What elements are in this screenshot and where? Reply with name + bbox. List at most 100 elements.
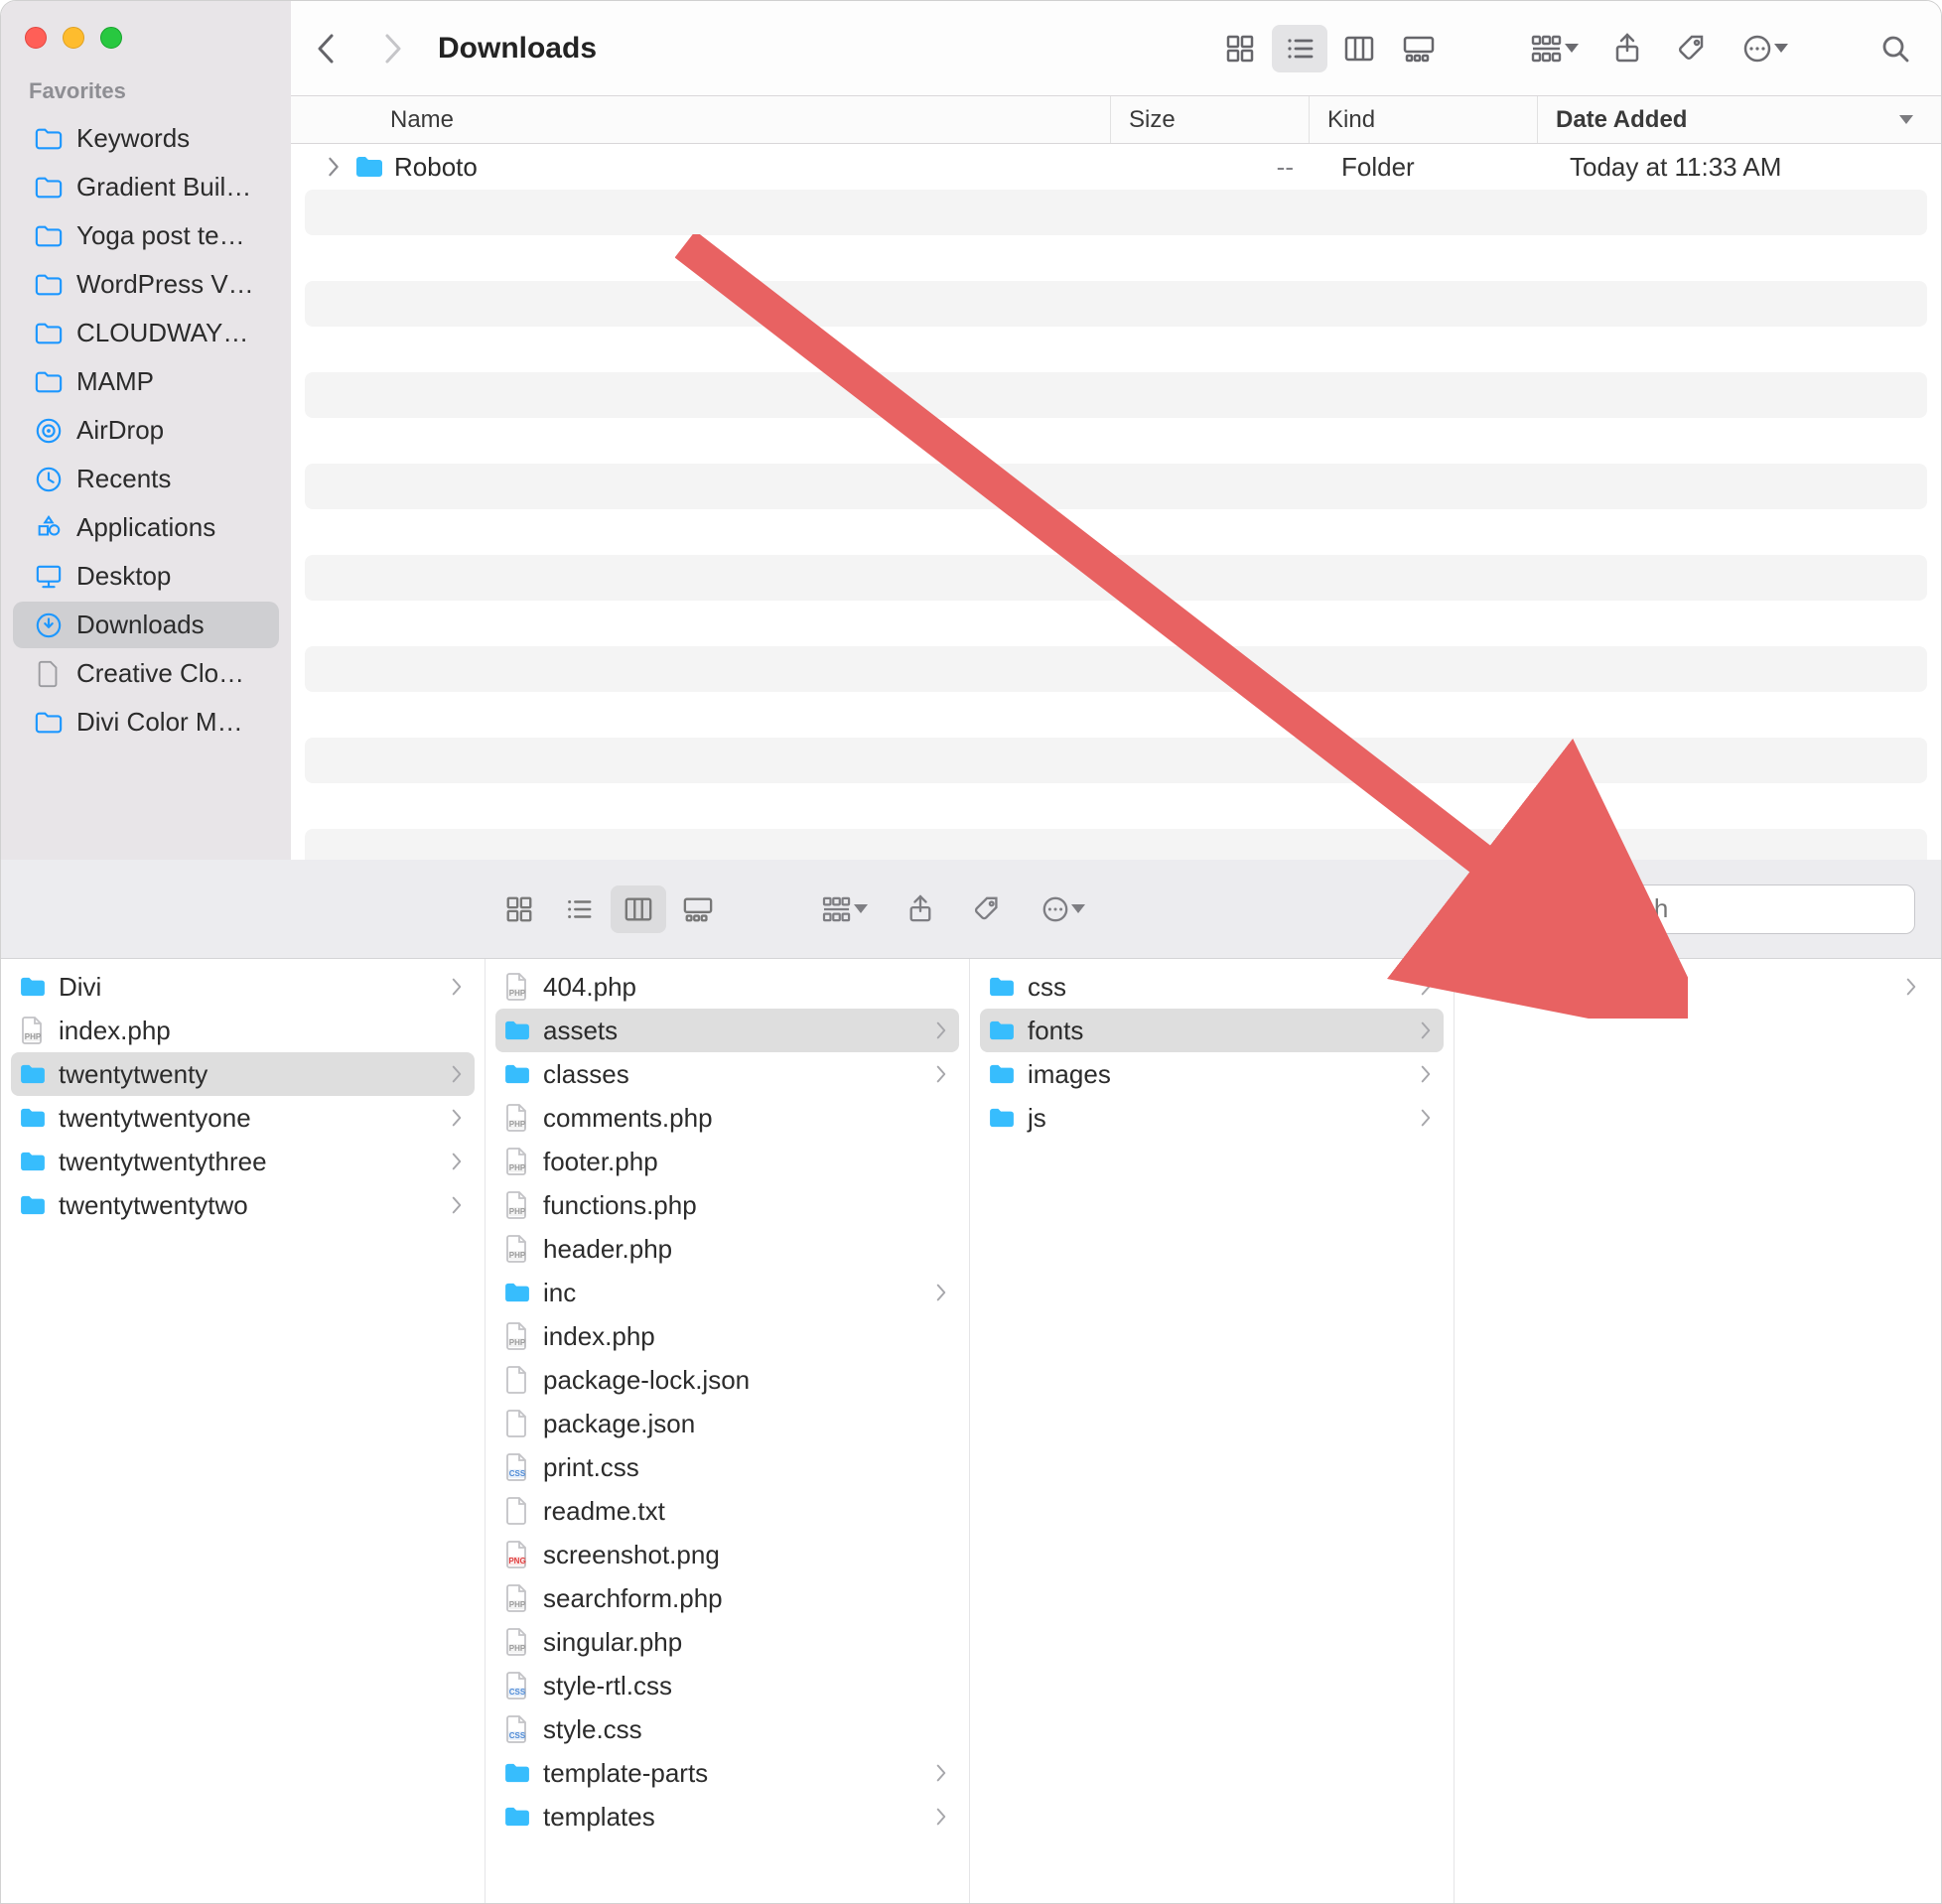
item-name: classes	[543, 1059, 629, 1090]
column-2: css fonts imagesjs	[970, 959, 1455, 1903]
folder-icon	[503, 1762, 531, 1784]
sidebar-item-label: Recents	[76, 464, 171, 494]
header-date-added-label: Date Added	[1556, 106, 1687, 134]
column-item[interactable]: PHPsearchform.php	[495, 1576, 959, 1620]
column-item[interactable]: template-parts	[495, 1751, 959, 1795]
sidebar-item-recents[interactable]: Recents	[13, 456, 279, 502]
column-item[interactable]: package.json	[495, 1402, 959, 1445]
column-item[interactable]: templates	[495, 1795, 959, 1838]
sidebar: Favorites KeywordsGradient Buil…Yoga pos…	[1, 1, 291, 860]
sidebar-item-applications[interactable]: Applications	[13, 504, 279, 551]
sidebar-item-wordpress-v[interactable]: WordPress V…	[13, 261, 279, 308]
sidebar-item-cloudway[interactable]: CLOUDWAY…	[13, 310, 279, 356]
column-item[interactable]: PHPheader.php	[495, 1227, 959, 1271]
file-row[interactable]: Roboto--FolderToday at 11:33 AM	[305, 144, 1927, 190]
chevron-down-icon	[1565, 44, 1579, 53]
view-icons-button[interactable]	[491, 885, 547, 933]
header-date-added[interactable]: Date Added	[1538, 96, 1941, 143]
column-item[interactable]: classes	[495, 1052, 959, 1096]
sidebar-item-gradient-buil[interactable]: Gradient Buil…	[13, 164, 279, 210]
column-item[interactable]: PNGscreenshot.png	[495, 1533, 959, 1576]
chevron-right-icon	[451, 978, 463, 996]
column-item[interactable]: CSSstyle.css	[495, 1707, 959, 1751]
sidebar-item-creative-clo[interactable]: Creative Clo…	[13, 650, 279, 697]
search-field[interactable]	[1558, 884, 1915, 934]
column-item[interactable]: PHPfooter.php	[495, 1140, 959, 1183]
tags-button[interactable]	[964, 885, 1012, 933]
sidebar-item-mamp[interactable]: MAMP	[13, 358, 279, 405]
sidebar-item-divi-color-m[interactable]: Divi Color M…	[13, 699, 279, 746]
sidebar-item-keywords[interactable]: Keywords	[13, 115, 279, 162]
chevron-down-icon	[1774, 44, 1788, 53]
column-item[interactable]: readme.txt	[495, 1489, 959, 1533]
column-item[interactable]: PHP 404.php	[495, 965, 959, 1009]
view-icons-button[interactable]	[1212, 25, 1268, 72]
folder-icon	[503, 1063, 531, 1085]
chevron-right-icon	[451, 1065, 463, 1083]
file-date-added: Today at 11:33 AM	[1552, 152, 1927, 183]
actions-button[interactable]	[1032, 885, 1095, 933]
file-icon	[505, 1365, 529, 1395]
column-item[interactable]: PHPindex.php	[495, 1314, 959, 1358]
column-item[interactable]: inter	[1464, 965, 1929, 1009]
column-item[interactable]: inc	[495, 1271, 959, 1314]
column-item[interactable]: PHPcomments.php	[495, 1096, 959, 1140]
view-list-button[interactable]	[1272, 25, 1327, 72]
close-window-button[interactable]	[25, 27, 47, 49]
column-item[interactable]: fonts	[980, 1009, 1444, 1052]
header-size[interactable]: Size	[1111, 96, 1310, 143]
view-gallery-button[interactable]	[1391, 25, 1447, 72]
file-icon: CSS	[505, 1452, 529, 1482]
folder-icon	[988, 976, 1016, 998]
header-kind[interactable]: Kind	[1310, 96, 1538, 143]
actions-button[interactable]	[1734, 25, 1796, 72]
column-item[interactable]: twentytwentytwo	[11, 1183, 475, 1227]
item-name: inc	[543, 1278, 576, 1308]
column-item[interactable]: twentytwenty	[11, 1052, 475, 1096]
column-item[interactable]: package-lock.json	[495, 1358, 959, 1402]
window-controls	[1, 11, 291, 72]
column-item[interactable]: twentytwentythree	[11, 1140, 475, 1183]
column-item[interactable]: PHPfunctions.php	[495, 1183, 959, 1227]
column-item[interactable]: css	[980, 965, 1444, 1009]
sidebar-item-desktop[interactable]: Desktop	[13, 553, 279, 600]
forward-button[interactable]	[368, 25, 416, 72]
column-item[interactable]: twentytwentyone	[11, 1096, 475, 1140]
file-icon	[505, 1496, 529, 1526]
minimize-window-button[interactable]	[63, 27, 84, 49]
search-button[interactable]	[1872, 25, 1919, 72]
column-item[interactable]: js	[980, 1096, 1444, 1140]
header-name[interactable]: Name	[291, 96, 1111, 143]
view-list-button[interactable]	[551, 885, 607, 933]
group-by-button[interactable]	[813, 885, 877, 933]
view-columns-button[interactable]	[1331, 25, 1387, 72]
share-button[interactable]	[897, 885, 944, 933]
svg-text:PHP: PHP	[509, 1251, 526, 1260]
view-gallery-button[interactable]	[670, 885, 726, 933]
back-button[interactable]	[303, 25, 350, 72]
finder-main-pane: Downloads	[291, 1, 1941, 860]
item-name: 404.php	[543, 972, 636, 1003]
share-button[interactable]	[1603, 25, 1651, 72]
window-title: Downloads	[438, 32, 597, 66]
group-by-button[interactable]	[1524, 25, 1586, 72]
column-item[interactable]: images	[980, 1052, 1444, 1096]
column-item[interactable]: Divi	[11, 965, 475, 1009]
zoom-window-button[interactable]	[100, 27, 122, 49]
column-item[interactable]: PHPsingular.php	[495, 1620, 959, 1664]
tags-button[interactable]	[1669, 25, 1717, 72]
file-icon: PHP	[505, 1583, 529, 1613]
sidebar-item-yoga-post-te[interactable]: Yoga post te…	[13, 212, 279, 259]
sidebar-item-downloads[interactable]: Downloads	[13, 602, 279, 648]
column-item[interactable]: PHPindex.php	[11, 1009, 475, 1052]
view-columns-button[interactable]	[611, 885, 666, 933]
chevron-right-icon	[935, 1021, 947, 1039]
column-item[interactable]: CSSprint.css	[495, 1445, 959, 1489]
svg-text:PHP: PHP	[509, 989, 526, 998]
item-name: fonts	[1028, 1016, 1083, 1046]
sidebar-item-airdrop[interactable]: AirDrop	[13, 407, 279, 454]
search-input[interactable]	[1585, 892, 1921, 925]
column-item[interactable]: CSSstyle-rtl.css	[495, 1664, 959, 1707]
column-item[interactable]: assets	[495, 1009, 959, 1052]
disclosure-triangle[interactable]	[323, 157, 345, 177]
